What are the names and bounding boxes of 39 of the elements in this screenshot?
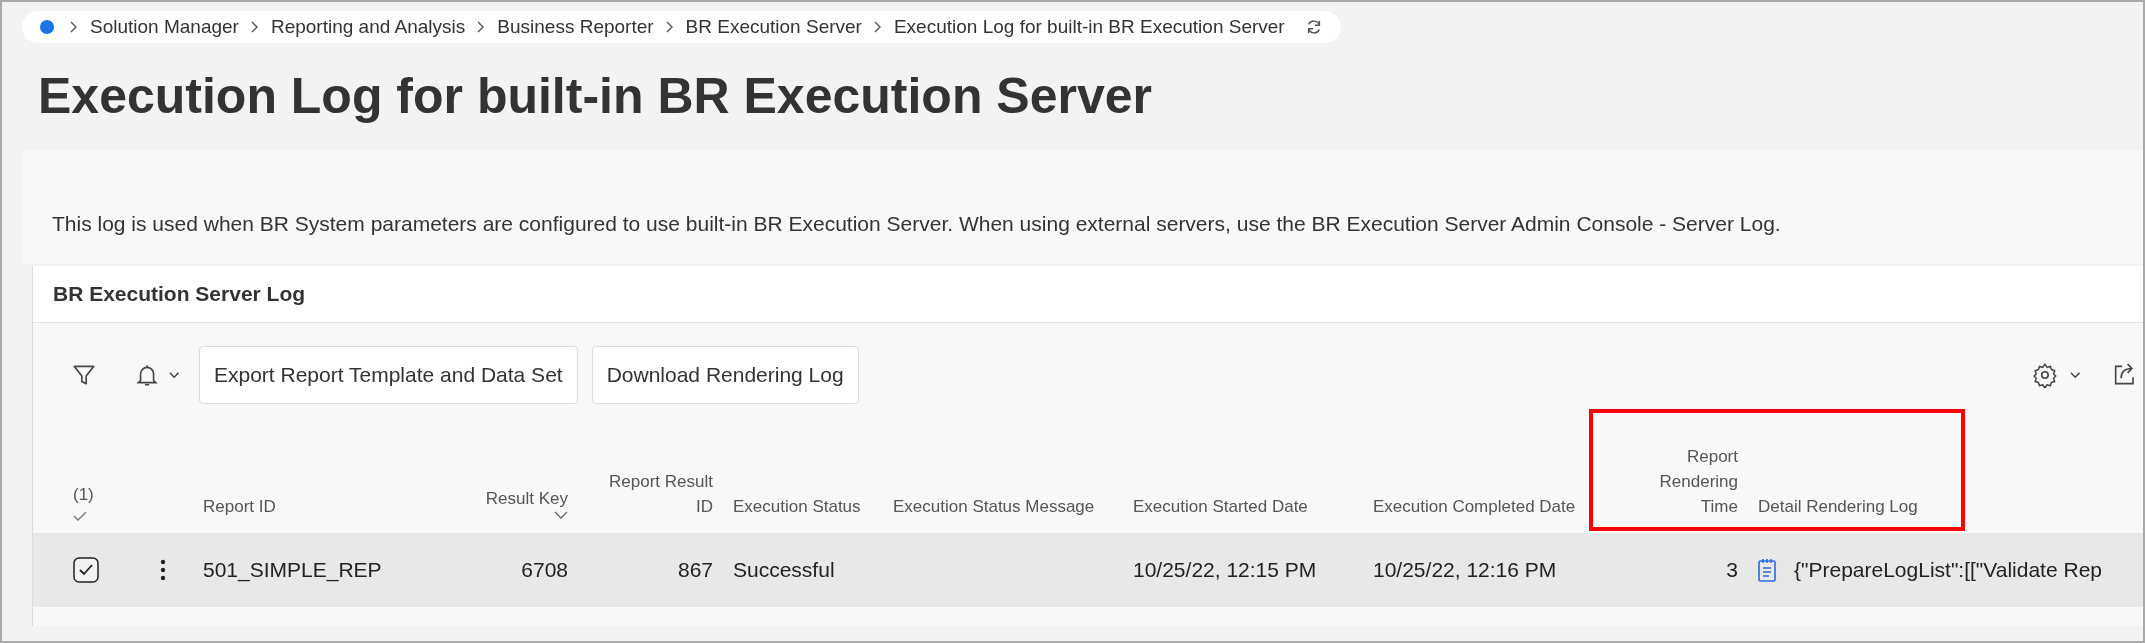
info-text: This log is used when BR System parameters are configured to use built-in BR Execution Server. When using external servers, use the BR Execution Server Admin Console - Server Log. — [52, 211, 1781, 236]
column-header[interactable]: Result Key — [485, 485, 568, 511]
column-header[interactable]: Report ID — [203, 493, 276, 519]
select-all-icon[interactable] — [73, 510, 87, 521]
page-title: Execution Log for built-in BR Execution Server — [38, 67, 1153, 126]
table-cell: 3 — [1726, 557, 1738, 582]
toolbar-button[interactable]: Download Rendering Log — [591, 345, 859, 404]
panel-title: BR Execution Server Log — [53, 281, 306, 306]
breadcrumb-link[interactable]: Reporting and Analysis — [270, 16, 466, 38]
chevron-icon — [665, 21, 674, 33]
table-cell: {"PrepareLogList":[["Validate Rep — [1794, 557, 2102, 582]
column-header[interactable]: Report Result ID — [588, 468, 713, 519]
table-cell: 10/25/22, 12:15 PM — [1133, 557, 1317, 582]
breadcrumb-link[interactable]: Business Reporter — [497, 16, 654, 38]
breadcrumb-link[interactable]: BR Execution Server — [685, 16, 862, 38]
table-cell: 10/25/22, 12:16 PM — [1373, 557, 1557, 582]
row-checkbox[interactable] — [73, 556, 99, 583]
column-header[interactable]: Execution Status Message — [893, 493, 1095, 519]
column-header[interactable]: Execution Started Date — [1133, 493, 1308, 519]
chevron-icon — [873, 21, 882, 33]
breadcrumb-link[interactable]: Solution Manager — [90, 16, 239, 38]
column-header[interactable]: Execution Completed Date — [1373, 493, 1576, 519]
table-row[interactable]: 501_SIMPLE_REP 6708 867 Successful 10/25/22, 12:15 PM 10/25/22, 12:16 PM 3 {"PrepareLogList":[["Validate Rep — [33, 532, 2143, 607]
selection-count: (1) — [73, 483, 94, 506]
chevron-icon — [477, 21, 486, 33]
document-icon[interactable] — [1758, 557, 1776, 582]
table-cell: 501_SIMPLE_REP — [203, 557, 382, 582]
toolbar-button[interactable]: Export Report Template and Data Set — [199, 345, 578, 404]
breadcrumb-link[interactable]: Execution Log for built-in BR Execution Server — [893, 16, 1285, 38]
column-header[interactable]: Detail Rendering Log — [1758, 493, 1918, 519]
column-header[interactable]: Report Rendering Time — [1623, 443, 1738, 519]
column-header[interactable]: Execution Status — [733, 493, 861, 519]
table-cell: Successful — [733, 557, 835, 582]
more-icon[interactable] — [160, 558, 166, 581]
chevron-icon — [250, 21, 259, 33]
table-cell: 6708 — [521, 557, 568, 582]
chevron-icon — [70, 21, 78, 33]
home-icon[interactable] — [40, 20, 54, 34]
table-cell: 867 — [677, 557, 713, 582]
